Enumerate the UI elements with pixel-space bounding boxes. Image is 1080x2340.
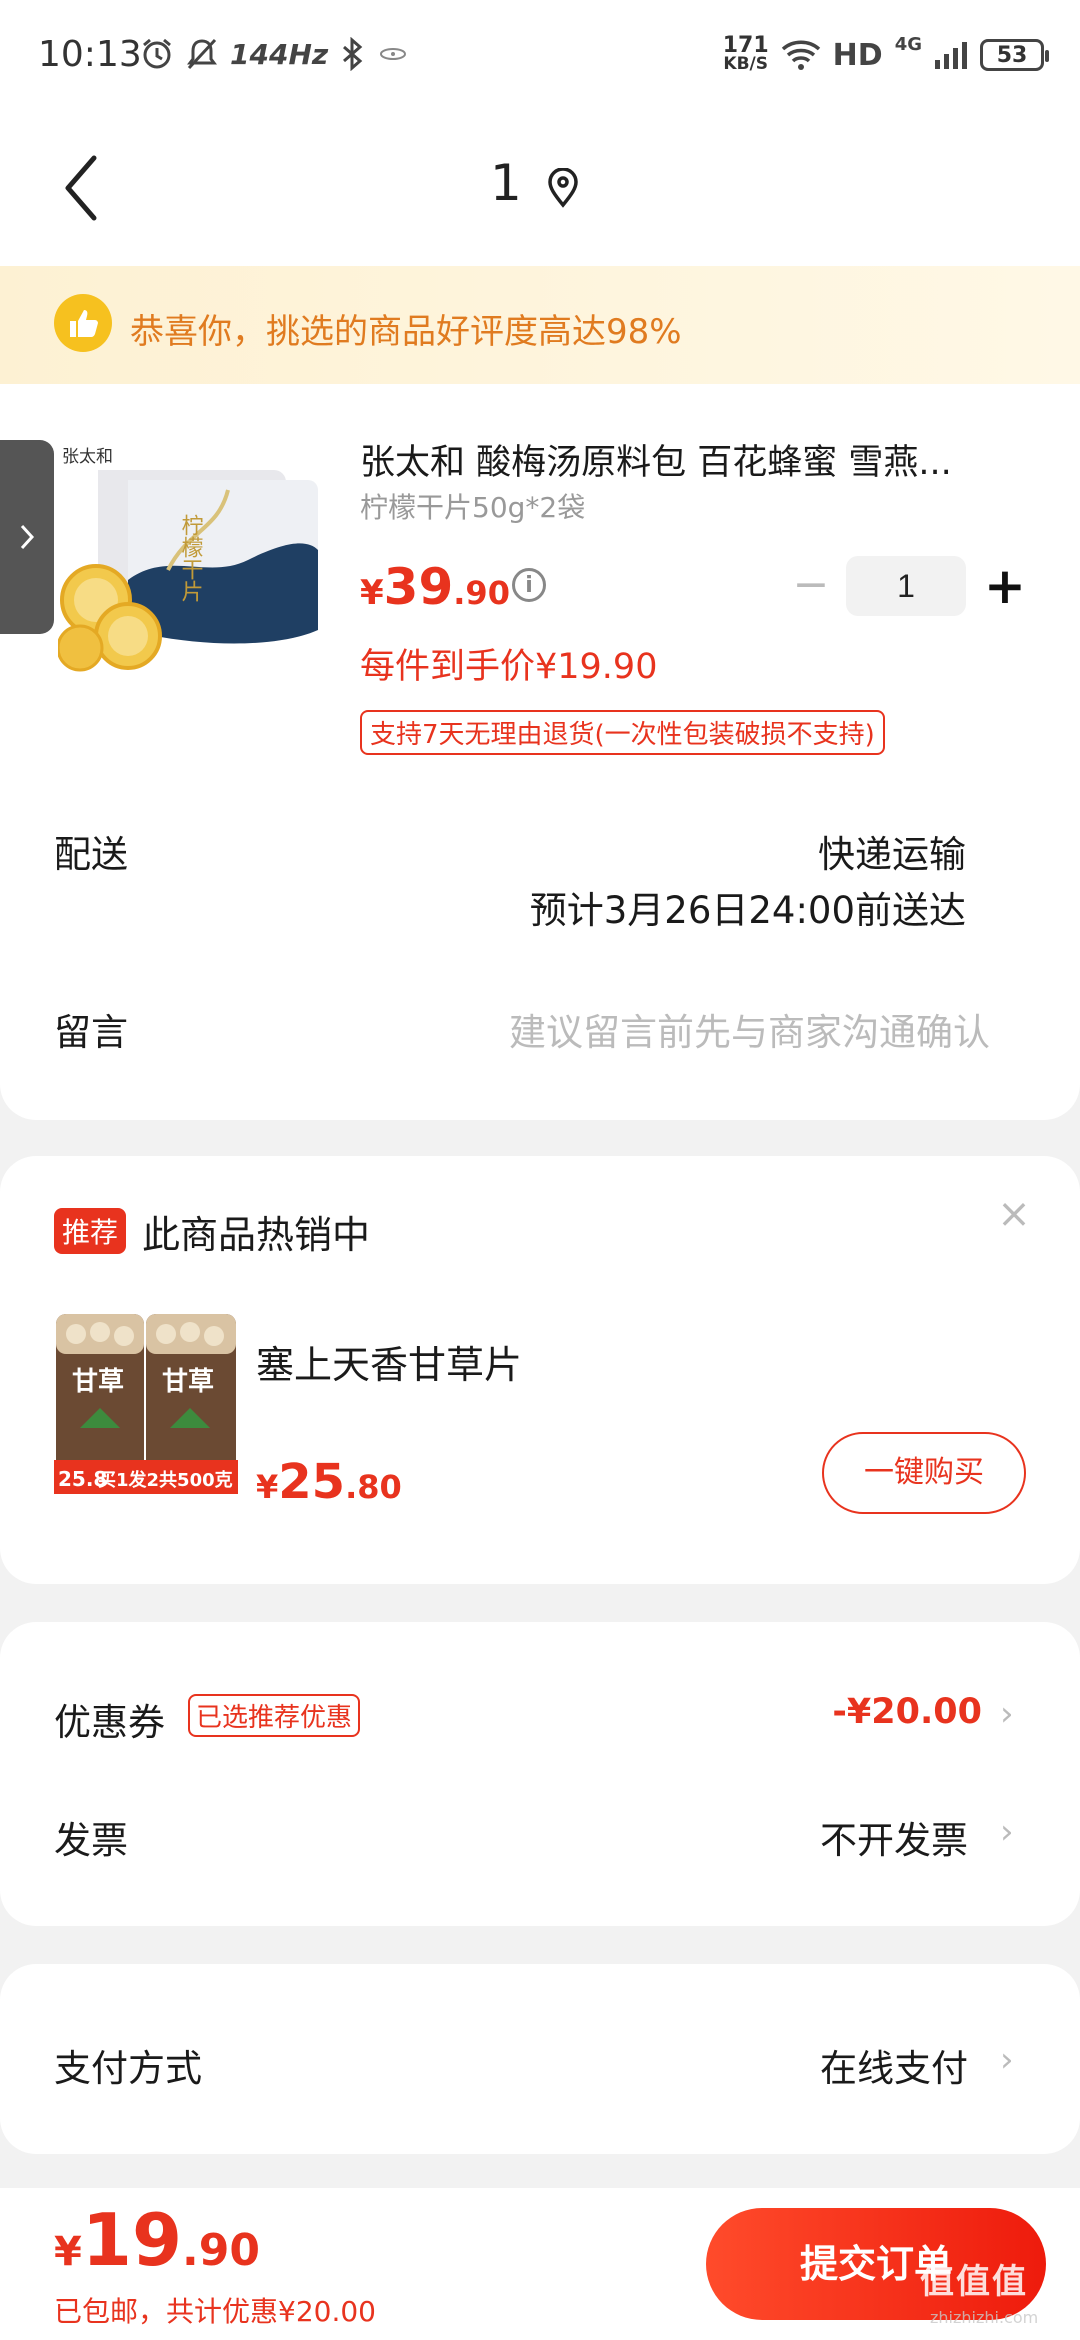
signal-icon — [935, 42, 967, 69]
coupon-tag: 已选推荐优惠 — [188, 1694, 361, 1737]
status-time: 10:13 — [38, 34, 142, 75]
net-speed: 171 KB/S — [722, 33, 769, 74]
chevron-right-icon[interactable]: › — [1000, 2040, 1014, 2080]
chevron-left-icon[interactable] — [54, 148, 114, 228]
quantity-input[interactable] — [846, 556, 966, 616]
product-image[interactable]: 张太和 柠檬干片 — [58, 440, 320, 676]
wifi-icon — [781, 40, 820, 70]
chevron-right-icon — [20, 524, 35, 550]
banner-text: 恭喜你，挑选的商品好评度高达98% — [130, 312, 682, 352]
message-input[interactable]: 建议留言前先与商家沟通确认 — [509, 1002, 990, 1056]
one-click-buy-button[interactable]: 一键购买 — [822, 1432, 1026, 1514]
total-summary: 已包邮，共计优惠¥20.00 — [54, 2295, 376, 2328]
side-drawer-tab[interactable] — [0, 440, 54, 634]
status-icons-right: 171 KB/S HD 4G 53 — [722, 30, 1049, 80]
recommend-image-label-right: 甘草 — [162, 1367, 214, 1397]
recommend-title: 此商品热销中 — [142, 1213, 371, 1257]
chevron-right-icon[interactable]: › — [1000, 1694, 1014, 1734]
close-icon[interactable]: × — [996, 1194, 1032, 1234]
product-price: ¥39.90 — [360, 558, 510, 616]
return-policy-tag: 支持7天无理由退货(一次性包装破损不支持) — [360, 710, 885, 755]
battery-icon: 53 — [980, 39, 1049, 71]
bluetooth-icon — [343, 37, 363, 71]
status-icons-left: 144Hz — [140, 30, 408, 78]
location-pin-icon[interactable] — [546, 168, 580, 208]
brand-logo: 张太和 — [62, 447, 113, 467]
coupon-value[interactable]: -¥20.00 — [832, 1692, 982, 1732]
coupon-label: 优惠券 — [54, 1701, 165, 1744]
message-label: 留言 — [54, 1011, 128, 1054]
package-label: 柠檬干片 — [178, 514, 204, 602]
quantity-plus-button[interactable]: + — [984, 556, 1026, 616]
recommend-price: ¥25.80 — [256, 1454, 402, 1510]
invoice-label: 发票 — [54, 1819, 128, 1862]
alarm-icon — [143, 38, 171, 69]
payment-value[interactable]: 在线支付 — [820, 2038, 968, 2092]
nfc-icon — [380, 48, 407, 60]
unit-price: 每件到手价¥19.90 — [360, 647, 658, 687]
status-bar: 10:13 144Hz 171 KB/S HD 4G 53 — [0, 0, 1080, 110]
recommend-image-promo: 买1发2共500克 — [98, 1469, 233, 1491]
mute-icon — [187, 38, 217, 70]
info-icon[interactable]: i — [512, 568, 546, 602]
invoice-value[interactable]: 不开发票 — [820, 1810, 968, 1864]
delivery-label: 配送 — [54, 833, 128, 876]
watermark-url: zhizhizhi.com — [930, 2308, 1039, 2327]
recommend-product-image[interactable]: 甘草 甘草 25.8 买1发2共500克 — [54, 1310, 238, 1494]
hd-label: HD — [832, 37, 883, 73]
payment-label: 支付方式 — [54, 2047, 202, 2090]
network-type: 4G — [894, 34, 922, 55]
coupon-card — [0, 1622, 1080, 1926]
watermark: 值值值 — [920, 2262, 1028, 2302]
refresh-rate: 144Hz — [230, 37, 329, 71]
product-spec: 柠檬干片50g*2袋 — [360, 491, 586, 524]
recommend-product-name[interactable]: 塞上天香甘草片 — [256, 1334, 522, 1389]
header: 1 — [0, 110, 1080, 266]
thumbs-up-icon — [54, 294, 112, 352]
recommend-image-label-left: 甘草 — [72, 1367, 124, 1397]
recommend-badge: 推荐 — [54, 1208, 127, 1254]
page-title: 1 — [490, 154, 522, 212]
total-price: ¥19.90 — [54, 2198, 260, 2282]
chevron-right-icon[interactable]: › — [1000, 1812, 1014, 1852]
quantity-minus-button[interactable]: − — [790, 560, 832, 610]
product-title[interactable]: 张太和 酸梅汤原料包 百花蜂蜜 雪燕... — [360, 434, 1020, 485]
delivery-eta: 预计3月26日24:00前送达 — [529, 889, 966, 932]
rating-banner: 恭喜你，挑选的商品好评度高达98% — [0, 266, 1080, 384]
delivery-method[interactable]: 快递运输 — [818, 824, 966, 878]
